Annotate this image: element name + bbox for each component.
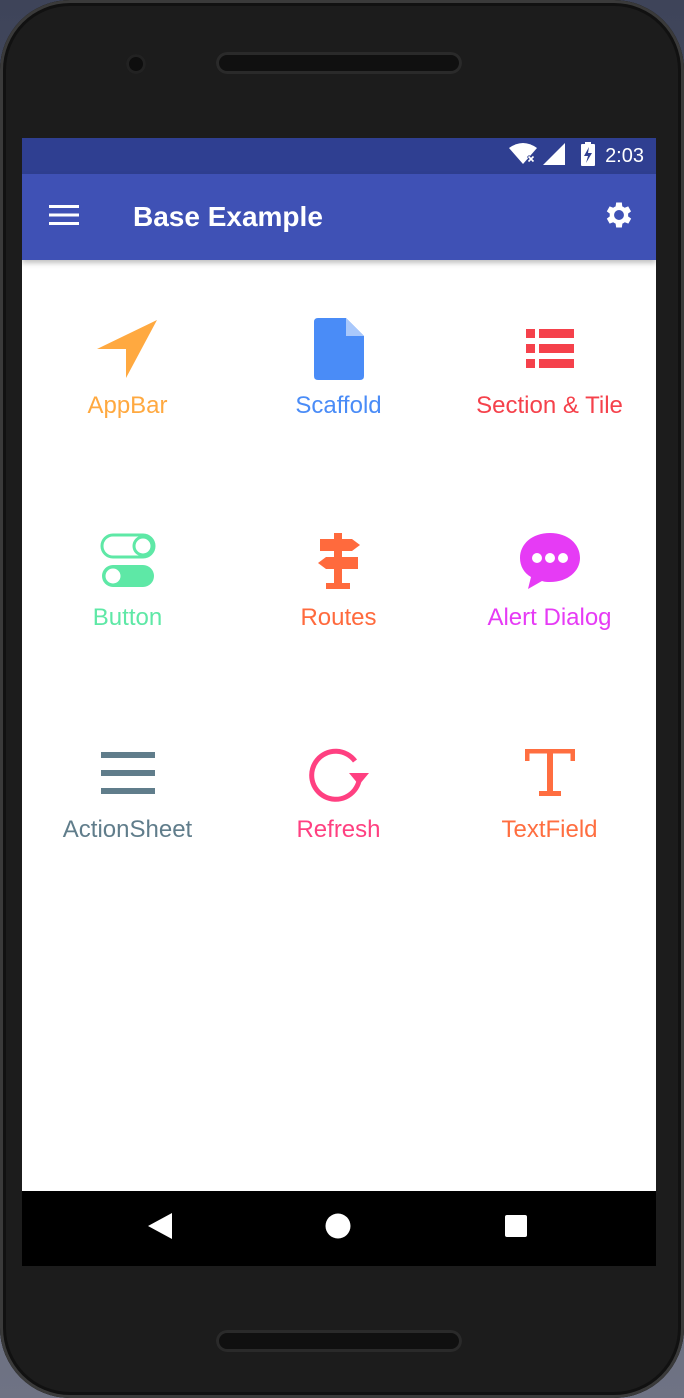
grid-item-label: TextField — [501, 816, 598, 843]
grid-item-section-tile[interactable]: Section & Tile — [444, 310, 655, 460]
menu-icon — [49, 204, 79, 231]
grid-item-actionsheet[interactable]: ActionSheet — [22, 734, 233, 884]
menu-lines-icon — [93, 738, 163, 808]
home-button[interactable] — [308, 1191, 368, 1266]
phone-frame: 2:03 Base Example AppBar Scaffold Sectio… — [0, 0, 684, 1398]
toggle-icon — [93, 526, 163, 596]
grid-item-label: ActionSheet — [62, 816, 193, 843]
signpost-icon — [304, 526, 374, 596]
grid-item-textfield[interactable]: TextField — [444, 734, 655, 884]
grid-item-routes[interactable]: Routes — [233, 522, 444, 672]
grid-item-label: Scaffold — [295, 392, 382, 419]
grid-item-label: Section & Tile — [476, 392, 623, 419]
grid-item-label: Refresh — [296, 816, 381, 843]
back-triangle-icon — [148, 1213, 172, 1244]
back-button[interactable] — [130, 1191, 190, 1266]
recents-button[interactable] — [486, 1191, 546, 1266]
status-icons: 2:03 — [509, 138, 644, 174]
list-icon — [515, 314, 585, 384]
grid-item-refresh[interactable]: Refresh — [233, 734, 444, 884]
settings-icon — [602, 198, 636, 237]
menu-button[interactable] — [46, 199, 82, 235]
grid-item-alert-dialog[interactable]: Alert Dialog — [444, 522, 655, 672]
status-time: 2:03 — [605, 144, 644, 167]
file-icon — [304, 314, 374, 384]
grid-item-label: Alert Dialog — [487, 604, 612, 631]
home-circle-icon — [325, 1213, 351, 1244]
system-nav-bar — [22, 1191, 656, 1266]
navigation-arrow-icon — [93, 314, 163, 384]
status-bar: 2:03 — [22, 138, 656, 174]
grid-item-label: AppBar — [87, 392, 168, 419]
bottom-speaker — [216, 1330, 462, 1352]
page-title: Base Example — [133, 201, 323, 232]
wifi-icon — [509, 142, 538, 170]
screen: 2:03 Base Example AppBar Scaffold Sectio… — [22, 138, 656, 1266]
battery-charging-icon — [581, 141, 596, 171]
top-speaker — [216, 52, 462, 74]
grid-item-appbar[interactable]: AppBar — [22, 310, 233, 460]
app-bar: Base Example — [22, 174, 656, 260]
chat-bubble-icon — [515, 526, 585, 596]
front-camera — [126, 54, 146, 74]
signal-icon — [543, 142, 567, 170]
refresh-icon — [304, 738, 374, 808]
settings-button[interactable] — [600, 198, 638, 236]
grid-item-button[interactable]: Button — [22, 522, 233, 672]
grid-item-label: Routes — [300, 604, 377, 631]
recents-square-icon — [504, 1214, 528, 1243]
text-icon — [515, 738, 585, 808]
grid-item-label: Button — [92, 604, 163, 631]
grid-item-scaffold[interactable]: Scaffold — [233, 310, 444, 460]
